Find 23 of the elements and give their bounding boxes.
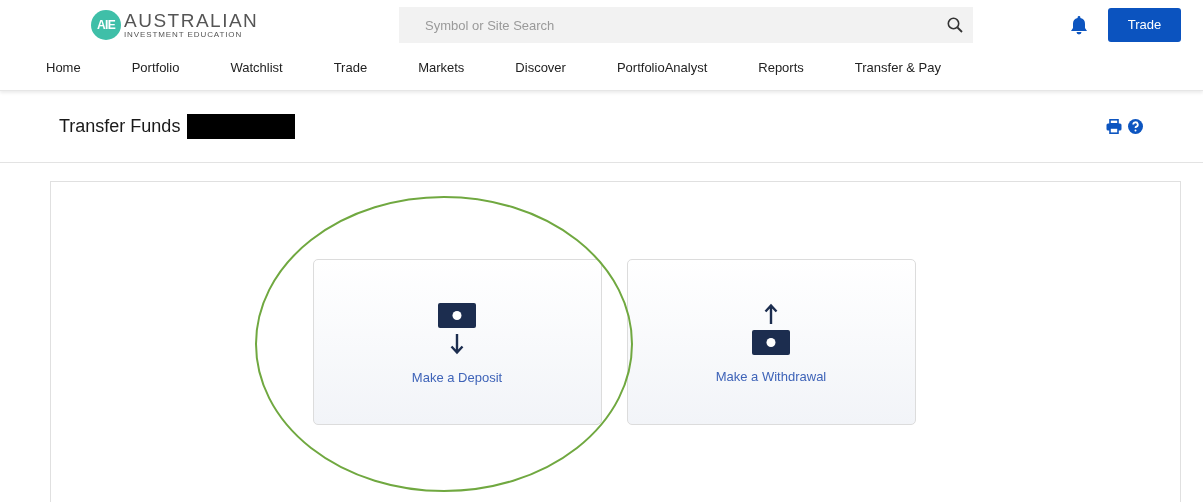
transfer-option-card[interactable]: Make a Deposit: [312, 259, 602, 425]
nav-link[interactable]: Home: [46, 58, 81, 78]
print-icon[interactable]: [1106, 119, 1122, 134]
nav-link[interactable]: Discover: [515, 58, 566, 78]
bell-icon[interactable]: [1070, 15, 1088, 35]
logo-name: AUSTRALIAN: [124, 11, 259, 30]
search-icon[interactable]: [947, 17, 963, 33]
logo-mark: AIE: [91, 10, 121, 40]
nav-link[interactable]: PortfolioAnalyst: [616, 58, 708, 78]
nav-link[interactable]: Trade: [333, 58, 368, 78]
nav-link[interactable]: Watchlist: [230, 58, 283, 78]
nav-link[interactable]: Markets: [418, 58, 465, 78]
nav-link[interactable]: Portfolio: [131, 58, 180, 78]
nav-link[interactable]: Reports: [758, 58, 804, 78]
transfer-option-card[interactable]: Make a Withdrawal: [626, 259, 916, 425]
trade-button[interactable]: Trade: [1108, 8, 1181, 42]
page-title: Transfer Funds: [59, 115, 181, 138]
nav-link[interactable]: Transfer & Pay: [854, 58, 941, 78]
cash-up-arrow-icon: [752, 302, 790, 355]
search-field[interactable]: Symbol or Site Search: [399, 7, 973, 43]
logo-tagline: INVESTMENT EDUCATION: [124, 31, 244, 39]
help-icon[interactable]: [1128, 119, 1143, 134]
cash-down-arrow-icon: [438, 303, 476, 356]
